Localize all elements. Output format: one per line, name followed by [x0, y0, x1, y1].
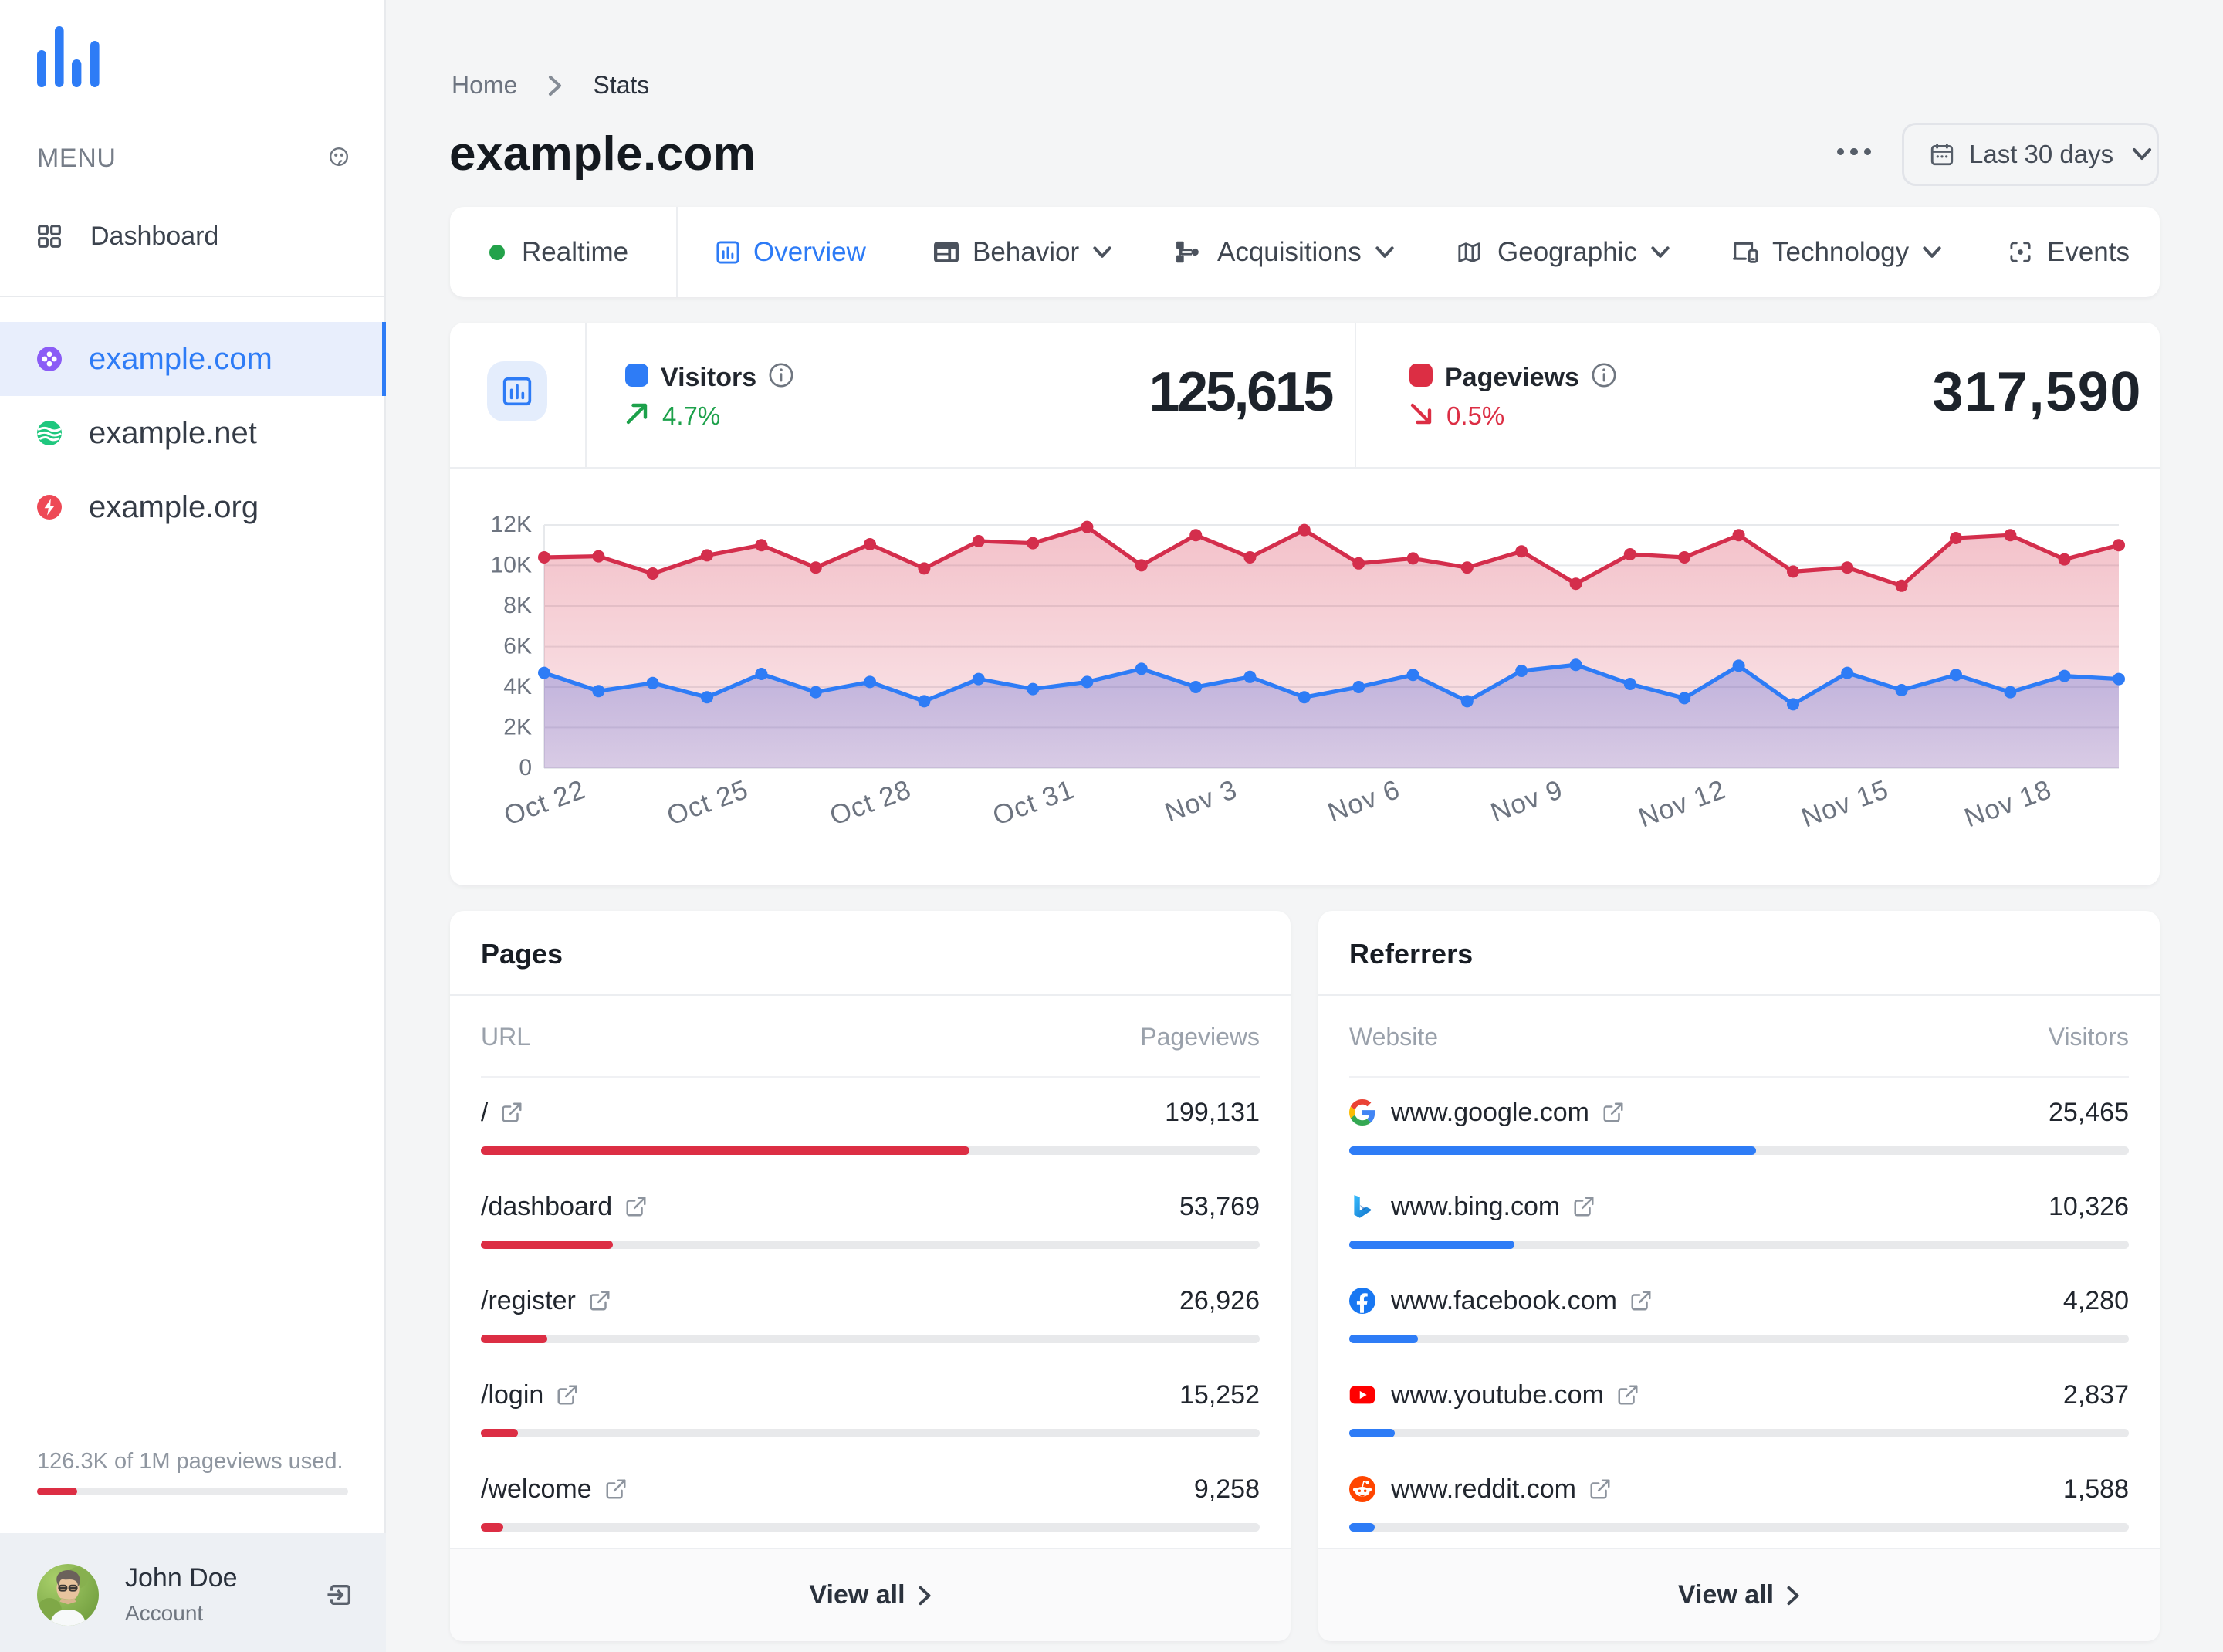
svg-text:Nov 9: Nov 9 [1487, 774, 1567, 828]
svg-text:8K: 8K [503, 593, 532, 618]
svg-text:2K: 2K [503, 714, 532, 740]
svg-text:Oct 25: Oct 25 [663, 774, 753, 831]
svg-text:Nov 6: Nov 6 [1324, 774, 1404, 828]
svg-text:Nov 18: Nov 18 [1961, 774, 2056, 834]
svg-text:Nov 12: Nov 12 [1635, 774, 1730, 834]
svg-text:Oct 28: Oct 28 [826, 774, 915, 831]
svg-text:10K: 10K [491, 552, 532, 577]
svg-text:0: 0 [519, 755, 532, 780]
svg-text:4K: 4K [503, 674, 532, 699]
svg-text:Nov 3: Nov 3 [1161, 774, 1241, 828]
svg-text:Oct 31: Oct 31 [989, 774, 1078, 831]
svg-text:Nov 15: Nov 15 [1798, 774, 1893, 834]
svg-text:12K: 12K [491, 512, 532, 537]
svg-text:Oct 22: Oct 22 [500, 774, 590, 831]
svg-text:6K: 6K [503, 634, 532, 659]
